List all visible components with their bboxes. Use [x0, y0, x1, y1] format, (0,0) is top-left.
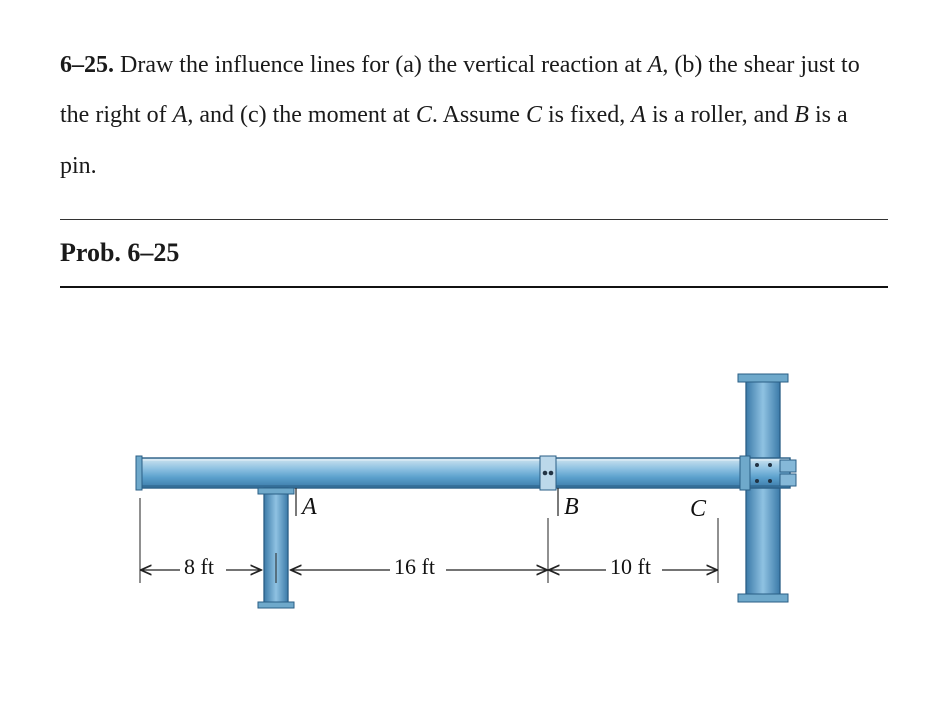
- dim-2: 16 ft: [394, 554, 435, 579]
- label-A: A: [296, 488, 317, 520]
- beam-svg: A B C 8 ft: [60, 348, 888, 648]
- page: 6–25. Draw the influence lines for (a) t…: [0, 0, 948, 725]
- label-B: B: [558, 488, 579, 520]
- dim-1: 8 ft: [184, 554, 214, 579]
- divider-top: [60, 219, 888, 220]
- problem-heading: Prob. 6–25: [60, 234, 888, 272]
- beam-icon: [136, 456, 790, 490]
- svg-text:A: A: [300, 494, 317, 520]
- problem-number: 6–25.: [60, 52, 114, 78]
- divider-bottom: [60, 286, 888, 288]
- pin-hinge-icon: [540, 456, 556, 490]
- dimension-lines: 8 ft 16 ft 10 ft: [140, 498, 718, 583]
- beam-figure: A B C 8 ft: [60, 348, 888, 648]
- problem-statement: 6–25. Draw the influence lines for (a) t…: [60, 40, 888, 191]
- label-C: C: [690, 496, 707, 522]
- svg-text:B: B: [564, 494, 579, 520]
- svg-text:C: C: [690, 496, 707, 522]
- dim-3: 10 ft: [610, 554, 651, 579]
- roller-support-icon: [258, 488, 294, 608]
